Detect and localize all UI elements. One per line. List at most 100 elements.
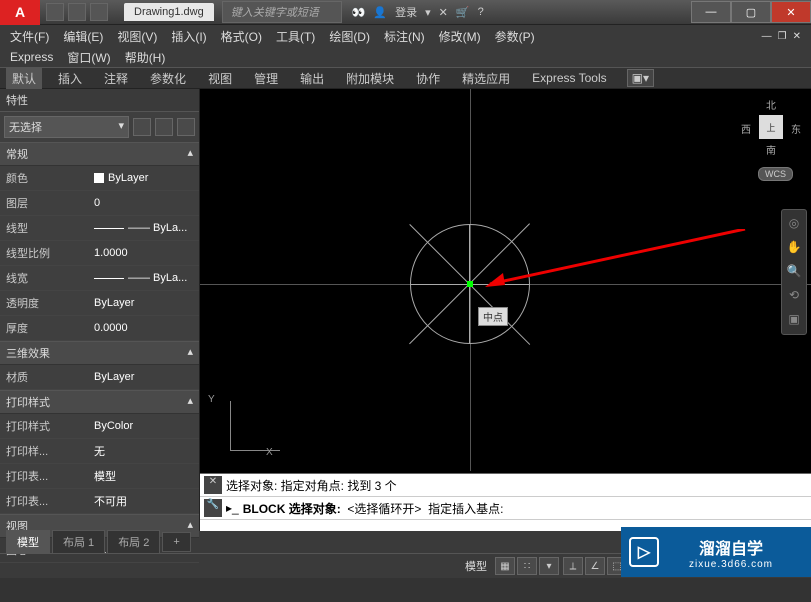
menu-dim[interactable]: 标注(N) xyxy=(384,28,425,45)
tab-insert[interactable]: 插入 xyxy=(52,68,88,89)
viewcube-top[interactable]: 上 xyxy=(759,115,783,139)
property-row[interactable]: 线型比例1.0000 xyxy=(0,241,199,266)
cmd-config-icon[interactable]: 🔧 xyxy=(204,499,222,517)
property-value[interactable]: 不可用 xyxy=(90,491,199,511)
new-icon[interactable] xyxy=(46,3,64,21)
view-cube[interactable]: 北 西 东 南 上 xyxy=(741,97,801,157)
property-row[interactable]: 打印样...无 xyxy=(0,439,199,464)
tab-output[interactable]: 输出 xyxy=(294,68,330,89)
tab-model[interactable]: 模型 xyxy=(6,530,50,554)
property-value[interactable]: —— ByLa... xyxy=(90,268,199,288)
open-icon[interactable] xyxy=(68,3,86,21)
viewcube-east[interactable]: 东 xyxy=(791,121,801,136)
tab-collab[interactable]: 协作 xyxy=(410,68,446,89)
tab-express-tools[interactable]: Express Tools xyxy=(526,69,612,87)
section-general[interactable]: 常规▴ xyxy=(0,142,199,166)
tab-featured[interactable]: 精选应用 xyxy=(456,68,516,89)
property-value[interactable]: ByLayer xyxy=(90,367,199,387)
steering-wheel-icon[interactable]: ◎ xyxy=(786,216,802,232)
document-tab[interactable]: Drawing1.dwg xyxy=(124,3,214,21)
cmd-prompt[interactable]: 指定插入基点: xyxy=(428,500,503,517)
polar-icon[interactable]: ∠ xyxy=(585,557,605,575)
property-value[interactable]: —— ByLa... xyxy=(90,218,199,238)
qat-dropdown-icon[interactable] xyxy=(90,3,108,21)
menu-express[interactable]: Express xyxy=(10,50,53,64)
cart-icon[interactable]: 🛒 xyxy=(456,6,470,19)
help-icon[interactable]: ? xyxy=(478,6,484,18)
user-icon[interactable]: 👤 xyxy=(373,6,387,19)
viewcube-west[interactable]: 西 xyxy=(741,121,751,136)
tab-manage[interactable]: 管理 xyxy=(248,68,284,89)
property-row[interactable]: 透明度ByLayer xyxy=(0,291,199,316)
menu-insert[interactable]: 插入(I) xyxy=(171,28,206,45)
menu-modify[interactable]: 修改(M) xyxy=(439,28,481,45)
menu-format[interactable]: 格式(O) xyxy=(221,28,262,45)
menu-help[interactable]: 帮助(H) xyxy=(125,49,166,66)
tab-add-icon[interactable]: + xyxy=(162,532,190,552)
menu-window[interactable]: 窗口(W) xyxy=(67,49,110,66)
property-value[interactable]: ByLayer xyxy=(90,168,199,188)
binoculars-icon[interactable]: 👀 xyxy=(352,6,366,19)
tab-annotate[interactable]: 注释 xyxy=(98,68,134,89)
cmd-option[interactable]: <选择循环开> xyxy=(347,500,421,517)
zoom-icon[interactable]: 🔍 xyxy=(786,264,802,280)
ortho-icon[interactable]: ⟂ xyxy=(563,557,583,575)
maximize-button[interactable]: ▢ xyxy=(731,1,771,23)
pickadd-icon[interactable] xyxy=(177,118,195,136)
section-plot[interactable]: 打印样式▴ xyxy=(0,390,199,414)
search-input[interactable]: 键入关键字或短语 xyxy=(222,1,342,23)
drawing-canvas[interactable]: 中点 北 西 东 南 上 WCS ◎ ✋ 🔍 ⟲ ▣ Y X ✕ 选择对象: 指… xyxy=(200,89,811,531)
property-value[interactable]: 0.0000 xyxy=(90,318,199,338)
tab-default[interactable]: 默认 xyxy=(6,68,42,89)
property-row[interactable]: 打印样式ByColor xyxy=(0,414,199,439)
viewcube-south[interactable]: 南 xyxy=(766,142,776,157)
login-link[interactable]: 登录 xyxy=(395,4,417,20)
menu-tools[interactable]: 工具(T) xyxy=(276,28,315,45)
orbit-icon[interactable]: ⟲ xyxy=(786,288,802,304)
showmotion-icon[interactable]: ▣ xyxy=(786,312,802,328)
property-value[interactable]: ByColor xyxy=(90,416,199,436)
wcs-badge[interactable]: WCS xyxy=(758,167,793,181)
property-value[interactable]: ByLayer xyxy=(90,293,199,313)
menu-edit[interactable]: 编辑(E) xyxy=(63,28,103,45)
tab-view[interactable]: 视图 xyxy=(202,68,238,89)
section-3d[interactable]: 三维效果▴ xyxy=(0,341,199,365)
menu-file[interactable]: 文件(F) xyxy=(10,28,49,45)
tab-parametric[interactable]: 参数化 xyxy=(144,68,192,89)
property-row[interactable]: 厚度0.0000 xyxy=(0,316,199,341)
property-row[interactable]: 图层0 xyxy=(0,191,199,216)
menu-param[interactable]: 参数(P) xyxy=(495,28,535,45)
quick-select-icon[interactable] xyxy=(133,118,151,136)
property-value[interactable]: 1.0000 xyxy=(90,243,199,263)
selection-combo[interactable]: 无选择▾ xyxy=(4,116,129,138)
tab-addons[interactable]: 附加模块 xyxy=(340,68,400,89)
viewcube-north[interactable]: 北 xyxy=(766,97,776,112)
dropdown-icon[interactable]: ▾ xyxy=(539,557,559,575)
tab-layout2[interactable]: 布局 2 xyxy=(107,530,160,554)
mdi-minimize-icon[interactable]: — xyxy=(762,31,772,42)
pan-icon[interactable]: ✋ xyxy=(786,240,802,256)
menu-view[interactable]: 视图(V) xyxy=(117,28,157,45)
menu-draw[interactable]: 绘图(D) xyxy=(329,28,370,45)
property-row[interactable]: 线型—— ByLa... xyxy=(0,216,199,241)
property-row[interactable]: 材质ByLayer xyxy=(0,365,199,390)
cmd-close-icon[interactable]: ✕ xyxy=(204,476,222,494)
property-value[interactable]: 模型 xyxy=(90,466,199,486)
grid-icon[interactable]: ▦ xyxy=(495,557,515,575)
property-value[interactable]: 无 xyxy=(90,441,199,461)
property-row[interactable]: 打印表...模型 xyxy=(0,464,199,489)
minimize-button[interactable]: — xyxy=(691,1,731,23)
property-row[interactable]: 打印表...不可用 xyxy=(0,489,199,514)
dropdown-icon[interactable]: ▾ xyxy=(425,6,431,19)
select-similar-icon[interactable] xyxy=(155,118,173,136)
mdi-close-icon[interactable]: ✕ xyxy=(793,31,801,42)
property-row[interactable]: 颜色ByLayer xyxy=(0,166,199,191)
snap-icon[interactable]: ∷ xyxy=(517,557,537,575)
status-mode[interactable]: 模型 xyxy=(461,558,491,574)
mdi-restore-icon[interactable]: ❐ xyxy=(778,31,787,42)
tab-layout1[interactable]: 布局 1 xyxy=(52,530,105,554)
close-button[interactable]: ✕ xyxy=(771,1,811,23)
property-row[interactable]: 线宽—— ByLa... xyxy=(0,266,199,291)
app-logo[interactable]: A xyxy=(0,0,40,25)
ribbon-expand-icon[interactable]: ▣▾ xyxy=(627,69,654,87)
